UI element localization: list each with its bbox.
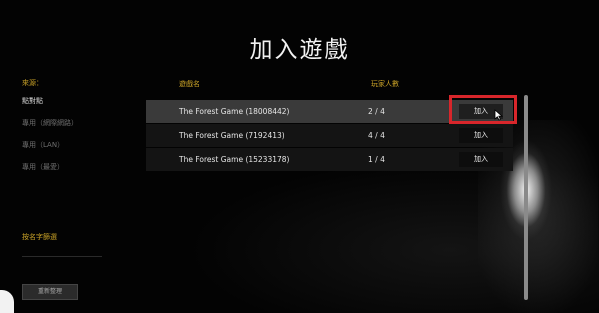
column-header-players: 玩家人數: [371, 80, 399, 88]
refresh-button[interactable]: 重新整理: [22, 284, 78, 300]
game-name: The Forest Game (15233178): [179, 155, 290, 164]
page-title: 加入遊戲: [249, 37, 350, 63]
mouse-pointer-icon: [494, 109, 503, 121]
game-row[interactable]: The Forest Game (7192413) 4 / 4 加入: [146, 124, 513, 147]
join-button-highlight: [449, 95, 517, 124]
source-sidebar: 來源： 點對點 專用（網際網路） 專用（LAN） 專用（最愛）: [22, 76, 132, 178]
player-count: 1 / 4: [368, 155, 385, 164]
join-button[interactable]: 加入: [459, 152, 503, 167]
source-dedicated-lan[interactable]: 專用（LAN）: [22, 134, 132, 156]
player-count: 2 / 4: [368, 107, 385, 116]
game-name: The Forest Game (7192413): [179, 131, 285, 140]
column-header-game-name: 遊戲名: [179, 80, 200, 88]
list-scrollbar[interactable]: [524, 95, 528, 300]
filter-by-name-input[interactable]: [22, 256, 102, 257]
source-dedicated-internet[interactable]: 專用（網際網路）: [22, 112, 132, 134]
game-row[interactable]: The Forest Game (15233178) 1 / 4 加入: [146, 148, 513, 171]
source-heading: 來源：: [22, 79, 43, 87]
join-button[interactable]: 加入: [459, 128, 503, 143]
source-peer-to-peer[interactable]: 點對點: [22, 90, 132, 112]
overlay-corner: [0, 290, 14, 313]
filter-by-name-label: 按名字篩選: [22, 233, 57, 241]
source-dedicated-favorites[interactable]: 專用（最愛）: [22, 156, 132, 178]
game-name: The Forest Game (18008442): [179, 107, 290, 116]
player-count: 4 / 4: [368, 131, 385, 140]
